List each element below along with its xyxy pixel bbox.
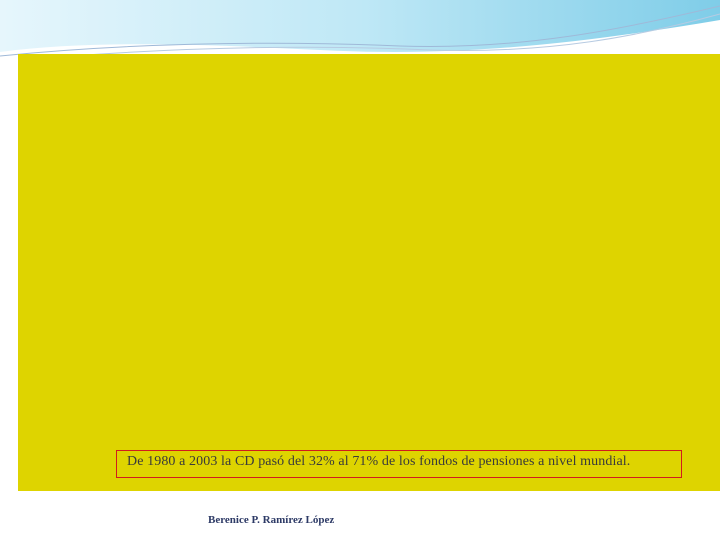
author-footer: Berenice P. Ramírez López [208, 514, 335, 526]
slide-caption: De 1980 a 2003 la CD pasó del 32% al 71%… [127, 454, 631, 469]
content-panel [18, 54, 720, 491]
